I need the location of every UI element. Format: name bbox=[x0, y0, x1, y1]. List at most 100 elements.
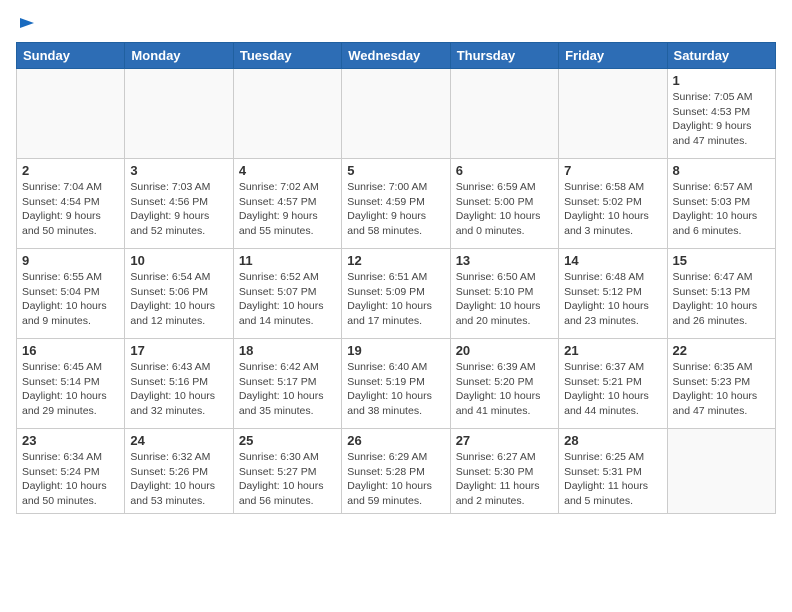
day-info: Sunrise: 6:35 AM Sunset: 5:23 PM Dayligh… bbox=[673, 360, 770, 419]
day-number: 22 bbox=[673, 343, 770, 358]
calendar-cell bbox=[125, 69, 233, 159]
calendar-cell bbox=[233, 69, 341, 159]
day-number: 7 bbox=[564, 163, 661, 178]
calendar-cell: 13 Sunrise: 6:50 AM Sunset: 5:10 PM Dayli… bbox=[450, 249, 558, 339]
day-number: 13 bbox=[456, 253, 553, 268]
column-header-saturday: Saturday bbox=[667, 43, 775, 69]
day-number: 1 bbox=[673, 73, 770, 88]
day-number: 16 bbox=[22, 343, 119, 358]
day-info: Sunrise: 6:51 AM Sunset: 5:09 PM Dayligh… bbox=[347, 270, 444, 329]
day-info: Sunrise: 7:05 AM Sunset: 4:53 PM Dayligh… bbox=[673, 90, 770, 149]
day-number: 23 bbox=[22, 433, 119, 448]
column-header-tuesday: Tuesday bbox=[233, 43, 341, 69]
day-number: 14 bbox=[564, 253, 661, 268]
day-number: 6 bbox=[456, 163, 553, 178]
column-header-monday: Monday bbox=[125, 43, 233, 69]
day-info: Sunrise: 6:52 AM Sunset: 5:07 PM Dayligh… bbox=[239, 270, 336, 329]
calendar-week-row: 1 Sunrise: 7:05 AM Sunset: 4:53 PM Daylig… bbox=[17, 69, 776, 159]
day-info: Sunrise: 6:32 AM Sunset: 5:26 PM Dayligh… bbox=[130, 450, 227, 509]
column-header-friday: Friday bbox=[559, 43, 667, 69]
day-info: Sunrise: 6:48 AM Sunset: 5:12 PM Dayligh… bbox=[564, 270, 661, 329]
day-number: 9 bbox=[22, 253, 119, 268]
calendar-header-row: SundayMondayTuesdayWednesdayThursdayFrid… bbox=[17, 43, 776, 69]
day-info: Sunrise: 6:50 AM Sunset: 5:10 PM Dayligh… bbox=[456, 270, 553, 329]
calendar-cell: 19Sunrise: 6:40 AM Sunset: 5:19 PM Dayli… bbox=[342, 339, 450, 429]
calendar-cell: 4 Sunrise: 7:02 AM Sunset: 4:57 PM Daylig… bbox=[233, 159, 341, 249]
day-number: 20 bbox=[456, 343, 553, 358]
day-number: 10 bbox=[130, 253, 227, 268]
day-info: Sunrise: 6:57 AM Sunset: 5:03 PM Dayligh… bbox=[673, 180, 770, 239]
calendar-cell: 3 Sunrise: 7:03 AM Sunset: 4:56 PM Daylig… bbox=[125, 159, 233, 249]
calendar-cell: 1 Sunrise: 7:05 AM Sunset: 4:53 PM Daylig… bbox=[667, 69, 775, 159]
day-info: Sunrise: 7:02 AM Sunset: 4:57 PM Dayligh… bbox=[239, 180, 336, 239]
calendar-week-row: 23Sunrise: 6:34 AM Sunset: 5:24 PM Dayli… bbox=[17, 429, 776, 514]
day-number: 26 bbox=[347, 433, 444, 448]
calendar-cell bbox=[17, 69, 125, 159]
calendar-cell: 23Sunrise: 6:34 AM Sunset: 5:24 PM Dayli… bbox=[17, 429, 125, 514]
calendar-cell bbox=[342, 69, 450, 159]
day-number: 28 bbox=[564, 433, 661, 448]
day-number: 21 bbox=[564, 343, 661, 358]
calendar-cell: 8 Sunrise: 6:57 AM Sunset: 5:03 PM Daylig… bbox=[667, 159, 775, 249]
day-number: 8 bbox=[673, 163, 770, 178]
calendar-cell: 21Sunrise: 6:37 AM Sunset: 5:21 PM Dayli… bbox=[559, 339, 667, 429]
day-info: Sunrise: 6:59 AM Sunset: 5:00 PM Dayligh… bbox=[456, 180, 553, 239]
calendar-cell: 9 Sunrise: 6:55 AM Sunset: 5:04 PM Daylig… bbox=[17, 249, 125, 339]
day-number: 15 bbox=[673, 253, 770, 268]
calendar-cell bbox=[559, 69, 667, 159]
calendar-cell: 16 Sunrise: 6:45 AM Sunset: 5:14 PM Dayli… bbox=[17, 339, 125, 429]
day-number: 4 bbox=[239, 163, 336, 178]
day-info: Sunrise: 7:00 AM Sunset: 4:59 PM Dayligh… bbox=[347, 180, 444, 239]
calendar-cell: 14 Sunrise: 6:48 AM Sunset: 5:12 PM Dayli… bbox=[559, 249, 667, 339]
calendar-cell: 20 Sunrise: 6:39 AM Sunset: 5:20 PM Dayli… bbox=[450, 339, 558, 429]
day-info: Sunrise: 6:29 AM Sunset: 5:28 PM Dayligh… bbox=[347, 450, 444, 509]
logo bbox=[16, 16, 36, 30]
day-info: Sunrise: 6:58 AM Sunset: 5:02 PM Dayligh… bbox=[564, 180, 661, 239]
day-number: 5 bbox=[347, 163, 444, 178]
day-info: Sunrise: 6:30 AM Sunset: 5:27 PM Dayligh… bbox=[239, 450, 336, 509]
calendar-cell: 11 Sunrise: 6:52 AM Sunset: 5:07 PM Dayli… bbox=[233, 249, 341, 339]
calendar-cell: 22 Sunrise: 6:35 AM Sunset: 5:23 PM Dayli… bbox=[667, 339, 775, 429]
column-header-sunday: Sunday bbox=[17, 43, 125, 69]
column-header-wednesday: Wednesday bbox=[342, 43, 450, 69]
day-number: 24 bbox=[130, 433, 227, 448]
calendar-cell: 25 Sunrise: 6:30 AM Sunset: 5:27 PM Dayli… bbox=[233, 429, 341, 514]
day-info: Sunrise: 6:43 AM Sunset: 5:16 PM Dayligh… bbox=[130, 360, 227, 419]
page-header bbox=[16, 16, 776, 30]
calendar-cell: 26 Sunrise: 6:29 AM Sunset: 5:28 PM Dayli… bbox=[342, 429, 450, 514]
calendar-cell: 27 Sunrise: 6:27 AM Sunset: 5:30 PM Dayli… bbox=[450, 429, 558, 514]
day-info: Sunrise: 7:03 AM Sunset: 4:56 PM Dayligh… bbox=[130, 180, 227, 239]
day-info: Sunrise: 6:45 AM Sunset: 5:14 PM Dayligh… bbox=[22, 360, 119, 419]
day-number: 3 bbox=[130, 163, 227, 178]
day-info: Sunrise: 6:27 AM Sunset: 5:30 PM Dayligh… bbox=[456, 450, 553, 509]
day-number: 27 bbox=[456, 433, 553, 448]
calendar-cell: 17 Sunrise: 6:43 AM Sunset: 5:16 PM Dayli… bbox=[125, 339, 233, 429]
calendar-cell: 2 Sunrise: 7:04 AM Sunset: 4:54 PM Daylig… bbox=[17, 159, 125, 249]
day-info: Sunrise: 7:04 AM Sunset: 4:54 PM Dayligh… bbox=[22, 180, 119, 239]
day-info: Sunrise: 6:40 AM Sunset: 5:19 PM Dayligh… bbox=[347, 360, 444, 419]
day-info: Sunrise: 6:47 AM Sunset: 5:13 PM Dayligh… bbox=[673, 270, 770, 329]
calendar-week-row: 9 Sunrise: 6:55 AM Sunset: 5:04 PM Daylig… bbox=[17, 249, 776, 339]
calendar-cell: 7 Sunrise: 6:58 AM Sunset: 5:02 PM Daylig… bbox=[559, 159, 667, 249]
column-header-thursday: Thursday bbox=[450, 43, 558, 69]
calendar-cell: 24 Sunrise: 6:32 AM Sunset: 5:26 PM Dayli… bbox=[125, 429, 233, 514]
calendar-cell bbox=[667, 429, 775, 514]
day-info: Sunrise: 6:54 AM Sunset: 5:06 PM Dayligh… bbox=[130, 270, 227, 329]
calendar-cell: 5 Sunrise: 7:00 AM Sunset: 4:59 PM Daylig… bbox=[342, 159, 450, 249]
day-number: 17 bbox=[130, 343, 227, 358]
calendar-cell bbox=[450, 69, 558, 159]
calendar-cell: 15 Sunrise: 6:47 AM Sunset: 5:13 PM Dayli… bbox=[667, 249, 775, 339]
calendar-week-row: 16 Sunrise: 6:45 AM Sunset: 5:14 PM Dayli… bbox=[17, 339, 776, 429]
calendar-cell: 28Sunrise: 6:25 AM Sunset: 5:31 PM Dayli… bbox=[559, 429, 667, 514]
calendar-cell: 6 Sunrise: 6:59 AM Sunset: 5:00 PM Daylig… bbox=[450, 159, 558, 249]
calendar-cell: 18Sunrise: 6:42 AM Sunset: 5:17 PM Dayli… bbox=[233, 339, 341, 429]
calendar-cell: 10 Sunrise: 6:54 AM Sunset: 5:06 PM Dayli… bbox=[125, 249, 233, 339]
day-number: 18 bbox=[239, 343, 336, 358]
day-info: Sunrise: 6:55 AM Sunset: 5:04 PM Dayligh… bbox=[22, 270, 119, 329]
day-number: 11 bbox=[239, 253, 336, 268]
day-number: 25 bbox=[239, 433, 336, 448]
day-info: Sunrise: 6:39 AM Sunset: 5:20 PM Dayligh… bbox=[456, 360, 553, 419]
calendar-table: SundayMondayTuesdayWednesdayThursdayFrid… bbox=[16, 42, 776, 514]
day-number: 2 bbox=[22, 163, 119, 178]
day-number: 12 bbox=[347, 253, 444, 268]
